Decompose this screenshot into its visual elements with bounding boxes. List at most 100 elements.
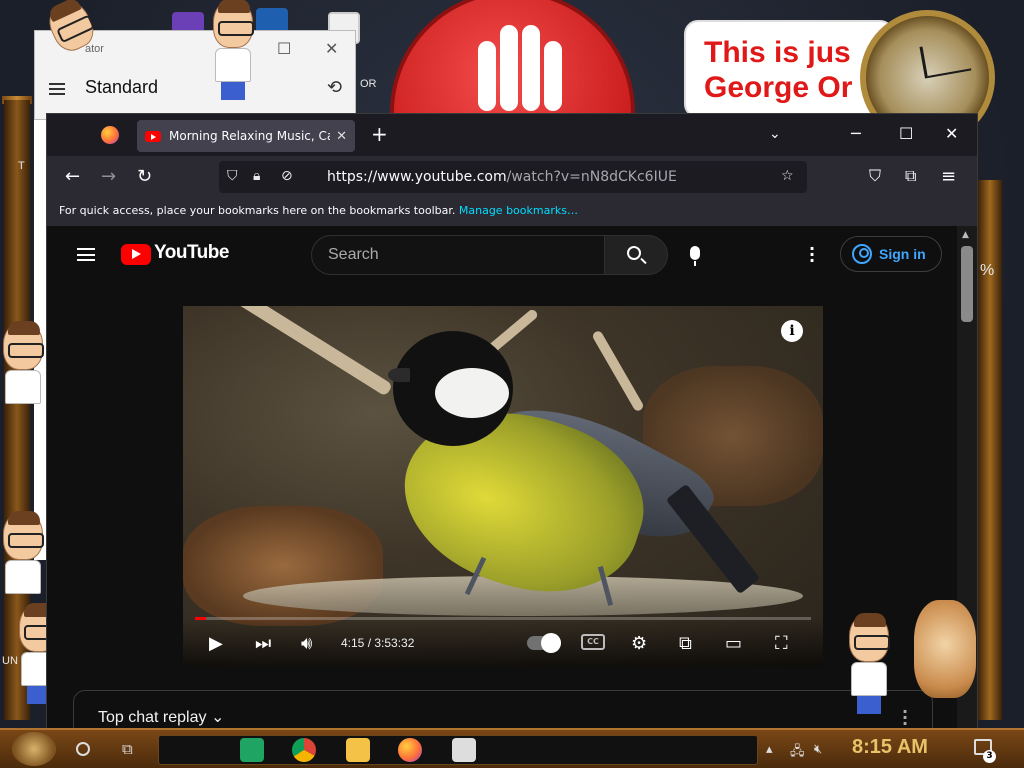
url-path: /watch?v=nN8dCKc6IUE [506,169,677,185]
url-text[interactable]: https://www.youtube.com/watch?v=nN8dCKc6… [327,169,677,185]
url-bar[interactable]: ⛉ 🔒︎ ⊘ https://www.youtube.com/watch?v=n… [219,161,807,193]
notification-count: 3 [983,750,996,763]
manage-bookmarks-link[interactable]: Manage bookmarks… [459,204,578,217]
shield-icon[interactable]: ⛉ [227,168,238,184]
player-controls: ▶ ⏭ 🔊︎ 4:15 / 3:53:32 CC ⚙ ⧉ ▭ ⛶ [183,617,823,666]
file-explorer-icon[interactable] [346,738,370,762]
tray-chevron-icon[interactable]: ▴ [766,742,773,757]
bookmarks-toolbar: For quick access, place your bookmarks h… [47,200,977,226]
url-host: https://www.youtube.com [327,169,507,185]
pocket-icon[interactable]: ⛉ [869,166,881,186]
play-icon[interactable]: ▶ [209,633,223,654]
permissions-icon[interactable]: ⊘ [281,168,293,184]
twig [591,329,645,413]
forward-icon[interactable]: → [101,166,116,187]
tab-close-icon[interactable]: ✕ [336,129,347,144]
clock-minute-hand [927,67,971,78]
volume-muted-icon[interactable]: 🔇︎ [814,742,822,757]
bird-beak [388,368,410,382]
side-label-or: OR [360,78,377,90]
chrome-icon[interactable] [292,738,316,762]
time-display: 4:15 / 3:53:32 [341,636,415,650]
back-icon[interactable]: ← [65,166,80,187]
new-tab-button[interactable]: + [371,122,388,146]
list-all-tabs-icon[interactable]: ⌄ [769,126,781,142]
info-icon[interactable]: i [781,320,803,342]
fullscreen-icon[interactable]: ⛶ [775,633,788,654]
chevron-down-icon: ⌄ [210,709,225,726]
search-input[interactable]: Search [311,235,605,275]
cartoon-character-sticker [846,613,892,714]
next-icon[interactable]: ⏭ [255,633,271,654]
youtube-logo-text[interactable]: YouTube [154,242,229,264]
sign-in-label: Sign in [879,246,926,262]
clock-hour-hand [918,45,928,79]
firefox-view-icon[interactable] [101,126,119,144]
scroll-thumb[interactable] [961,246,973,322]
bookmark-star-icon[interactable]: ☆ [781,168,794,184]
cartoon-character-sticker [0,321,46,404]
firefox-taskbar-icon[interactable] [398,738,422,762]
bookmarks-hint: For quick access, place your bookmarks h… [59,204,456,217]
logo-bar [500,25,518,111]
network-icon[interactable]: 🖧︎ [790,742,805,764]
yt-guide-menu-icon[interactable] [77,248,95,261]
miniplayer-icon[interactable]: ⧉ [679,633,692,654]
search-icon [627,246,641,260]
calculator-close-button[interactable]: ✕ [325,39,338,58]
lock-icon[interactable]: 🔒︎ [253,168,260,184]
navigation-toolbar: ← → ↻ ⛉ 🔒︎ ⊘ https://www.youtube.com/wat… [47,156,977,200]
steampunk-rail-right [978,180,1002,720]
voice-search-icon[interactable] [690,246,700,266]
subtitles-icon[interactable]: CC [581,634,605,650]
tab-youtube[interactable]: Morning Relaxing Music, Calm ✕ [137,120,355,152]
calculator-maximize-button[interactable]: ☐ [277,39,291,58]
extensions-icon[interactable]: ⧉ [905,166,916,186]
cartoon-character-sticker [210,0,256,100]
logo-bar [522,25,540,111]
scroll-up-arrow[interactable]: ▲ [962,230,969,240]
youtube-logo-icon[interactable] [121,244,151,265]
tab-strip: Morning Relaxing Music, Calm ✕ + ⌄ ─ ☐ ✕ [47,114,977,156]
side-label-percent: % [980,262,995,279]
close-button[interactable]: ✕ [945,124,958,143]
chat-more-icon[interactable]: · · · [902,704,908,732]
search-circle-icon[interactable] [76,742,90,756]
sheets-app-icon[interactable] [240,738,264,762]
volume-icon[interactable]: 🔊︎ [301,633,312,654]
youtube-page: YouTube Search · · · Sign in i ▶ ⏭ 🔊︎ 4:… [47,226,957,734]
twig [232,306,394,397]
youtube-favicon-icon [145,130,161,142]
calculator-mode: Standard [85,77,159,97]
minimize-button[interactable]: ─ [851,124,861,143]
taskbar: ⧉ ▴ 🖧︎ 🔇︎ 8:15 AM 3 [0,728,1024,768]
search-button[interactable] [604,235,668,275]
user-icon [852,244,872,264]
settings-gear-icon[interactable]: ⚙ [631,633,647,654]
calculator-menu-icon[interactable] [49,83,65,95]
hamster-sticker [914,600,976,698]
tab-title: Morning Relaxing Music, Calm [169,129,330,143]
theater-mode-icon[interactable]: ▭ [725,633,742,654]
calculator-history-icon[interactable]: ⟲ [327,77,342,98]
side-label-t: T [18,160,25,172]
progress-fill [195,617,207,620]
calculator-taskbar-icon[interactable] [452,738,476,762]
logo-bar [544,41,562,111]
reload-icon[interactable]: ↻ [137,166,152,187]
settings-dots-icon[interactable]: · · · [809,241,815,269]
sign-in-button[interactable]: Sign in [840,236,942,272]
start-button[interactable] [12,732,56,766]
menu-icon[interactable]: ≡ [941,166,956,187]
autoplay-toggle[interactable] [527,633,561,653]
taskbar-clock[interactable]: 8:15 AM [852,736,928,759]
task-view-icon[interactable]: ⧉ [122,740,133,758]
cartoon-character-sticker [0,511,46,594]
bird-cheek [435,368,509,418]
progress-bar[interactable] [195,617,811,620]
chat-replay-label[interactable]: Top chat replay ⌄ [98,707,224,727]
maximize-button[interactable]: ☐ [899,124,913,143]
chat-replay-title: Top chat replay [98,709,207,726]
video-player[interactable]: i ▶ ⏭ 🔊︎ 4:15 / 3:53:32 CC ⚙ ⧉ ▭ ⛶ [183,306,823,666]
logo-bar [478,41,496,111]
